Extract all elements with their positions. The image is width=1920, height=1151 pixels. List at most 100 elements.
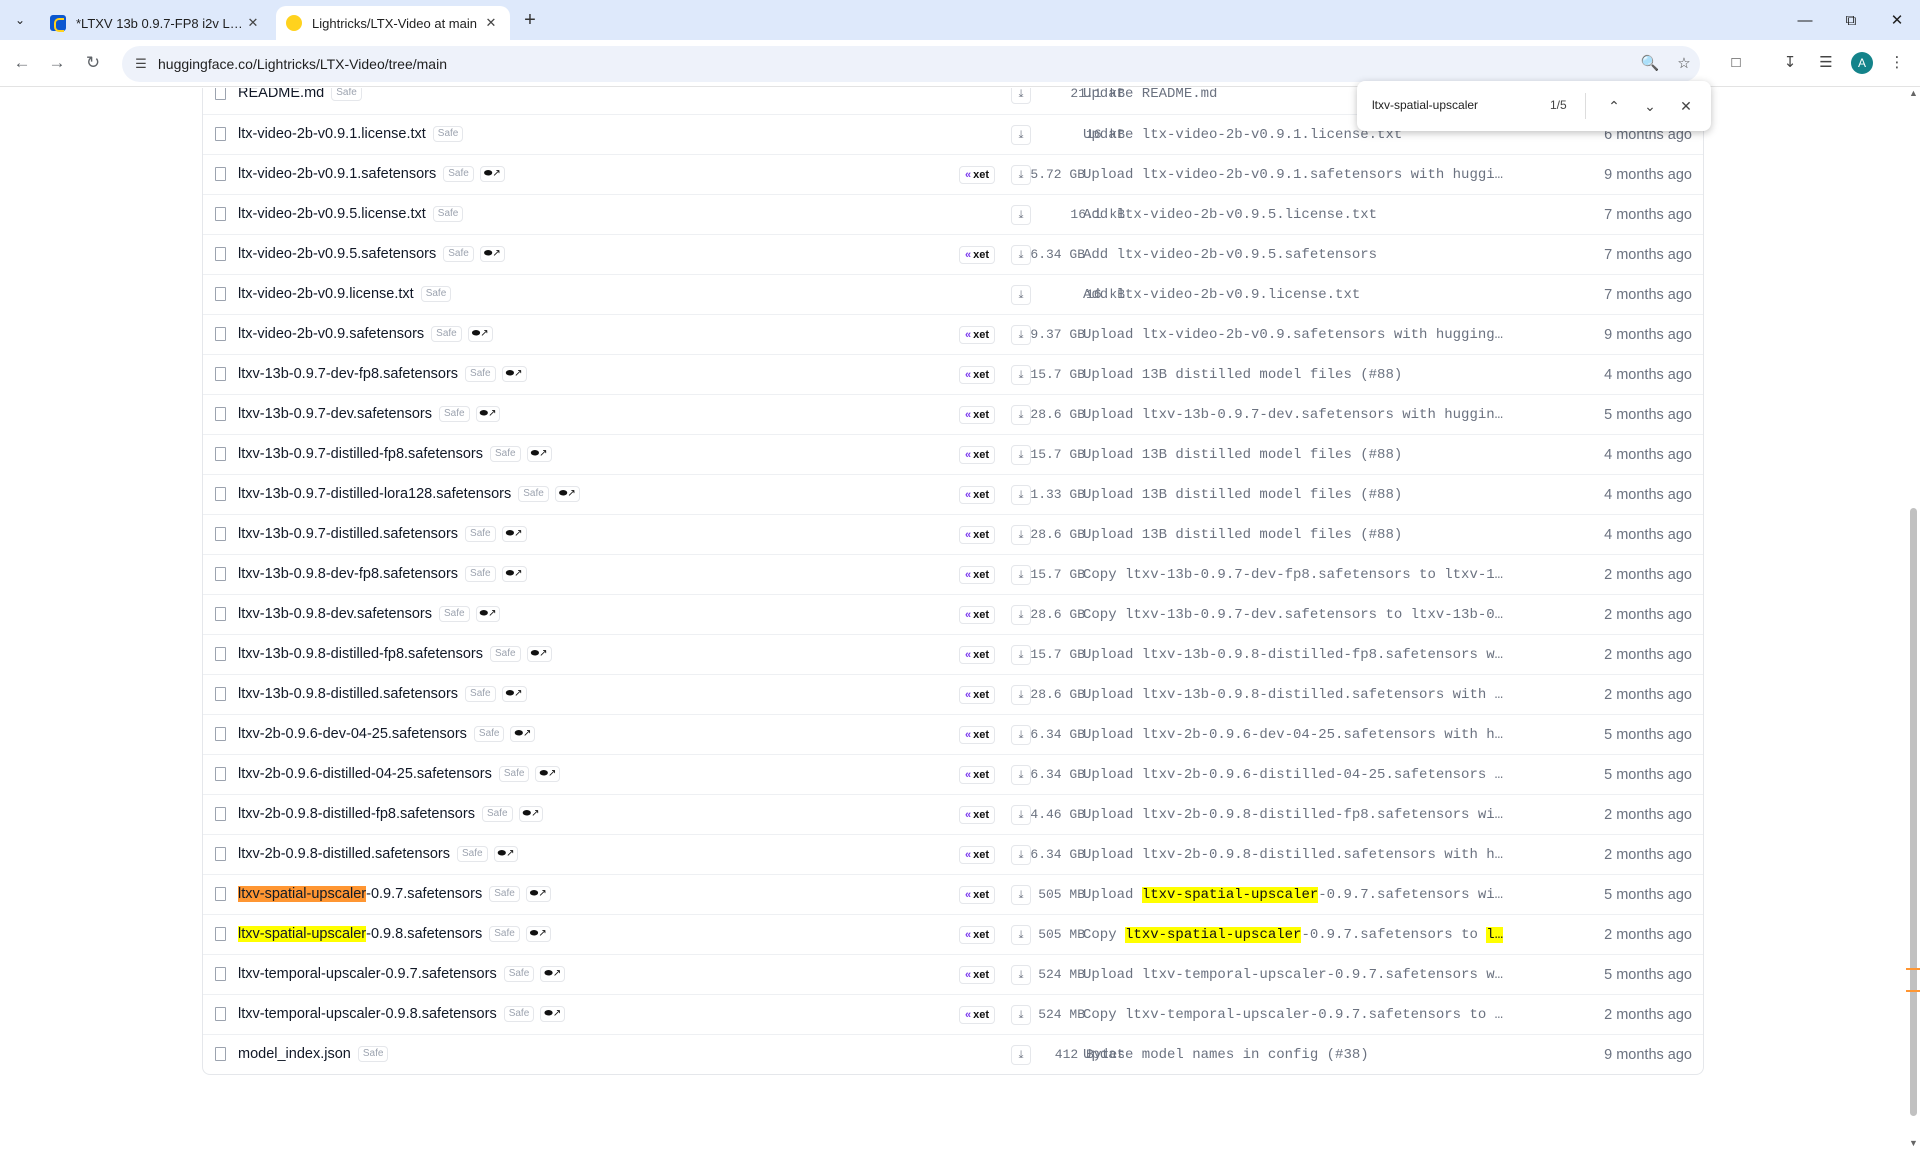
lfs-pointer-icon[interactable]: ⬬↗ xyxy=(479,246,505,262)
profile-avatar[interactable]: A xyxy=(1851,52,1873,74)
find-next-chevron-down-icon[interactable]: ⌄ xyxy=(1639,95,1661,117)
address-bar[interactable]: ☰ huggingface.co/Lightricks/LTX-Video/tr… xyxy=(122,46,1700,82)
file-name-link[interactable]: model_index.json Safe xyxy=(238,1046,389,1062)
tab-close-icon[interactable]: ✕ xyxy=(482,15,500,31)
safe-badge[interactable]: Safe xyxy=(481,806,513,822)
lfs-pointer-icon[interactable]: ⬬↗ xyxy=(526,646,552,662)
file-name-link[interactable]: ltxv-13b-0.9.8-distilled.safetensors Safe… xyxy=(238,686,527,702)
file-name-link[interactable]: ltxv-spatial-upscaler -0.9.8.safetensors S… xyxy=(238,926,551,942)
last-commit-message[interactable]: Upload ltxv-2b-0.9.6-distilled-04-25.saf… xyxy=(1083,767,1507,783)
last-commit-message[interactable]: Update model names in config (#38) xyxy=(1083,1047,1507,1063)
safe-badge[interactable]: Safe xyxy=(490,646,521,662)
new-tab-plus-icon[interactable]: + xyxy=(518,9,542,33)
file-name-link[interactable]: ltxv-spatial-upscaler -0.9.7.safetensors S… xyxy=(238,886,551,902)
xet-badge[interactable]: «xet xyxy=(959,966,996,984)
download-icon[interactable]: ⤓ xyxy=(1011,765,1031,785)
xet-badge[interactable]: «xet xyxy=(959,606,996,624)
xet-badge[interactable]: «xet xyxy=(959,246,996,264)
safe-badge[interactable]: Safe xyxy=(490,446,521,462)
lfs-pointer-icon[interactable]: ⬬↗ xyxy=(510,726,536,742)
file-name-link[interactable]: ltxv-temporal-upscaler-0.9.7.safetensors… xyxy=(238,966,566,982)
download-icon[interactable]: ⤓ xyxy=(1011,525,1031,545)
file-name-link[interactable]: ltxv-temporal-upscaler-0.9.8.safetensors… xyxy=(238,1006,566,1022)
download-icon[interactable]: ⤓ xyxy=(1011,245,1031,265)
download-icon[interactable]: ⤓ xyxy=(1011,885,1031,905)
safe-badge[interactable]: Safe xyxy=(443,166,474,182)
tab-search-chevron-icon[interactable]: ⌄ xyxy=(8,8,32,32)
safe-badge[interactable]: Safe xyxy=(438,406,470,422)
xet-badge[interactable]: «xet xyxy=(959,446,996,464)
safe-badge[interactable]: Safe xyxy=(357,1046,389,1062)
last-commit-message[interactable]: Upload ltx-video-2b-v0.9.1.safetensors w… xyxy=(1083,167,1507,183)
extensions-puzzle-icon[interactable]: □ xyxy=(1725,52,1747,74)
scrollbar-thumb[interactable] xyxy=(1910,508,1917,1116)
lfs-pointer-icon[interactable]: ⬬↗ xyxy=(535,766,561,782)
download-icon[interactable]: ⤓ xyxy=(1011,88,1031,104)
lfs-pointer-icon[interactable]: ⬬↗ xyxy=(493,846,519,862)
download-icon[interactable]: ⤓ xyxy=(1011,565,1031,585)
download-icon[interactable]: ⤓ xyxy=(1011,725,1031,745)
xet-badge[interactable]: «xet xyxy=(959,766,996,784)
lfs-pointer-icon[interactable]: ⬬↗ xyxy=(525,886,551,902)
lfs-pointer-icon[interactable]: ⬬↗ xyxy=(501,366,527,382)
kebab-menu-icon[interactable]: ⋮ xyxy=(1886,52,1908,74)
lfs-pointer-icon[interactable]: ⬬↗ xyxy=(475,606,501,622)
last-commit-message[interactable]: Copy ltxv-13b-0.9.7-dev-fp8.safetensors … xyxy=(1083,567,1507,583)
xet-badge[interactable]: «xet xyxy=(959,526,996,544)
scroll-down-arrow-icon[interactable]: ▼ xyxy=(1909,1138,1918,1148)
find-close-icon[interactable]: ✕ xyxy=(1675,95,1697,117)
xet-badge[interactable]: «xet xyxy=(959,846,996,864)
safe-badge[interactable]: Safe xyxy=(431,326,462,342)
last-commit-message[interactable]: Copy ltxv-spatial-upscaler-0.9.7.safeten… xyxy=(1083,927,1507,943)
url-text[interactable]: huggingface.co/Lightricks/LTX-Video/tree… xyxy=(158,56,447,72)
file-name-link[interactable]: ltxv-13b-0.9.7-distilled-lora128.safeten… xyxy=(238,486,580,502)
file-name-link[interactable]: ltx-video-2b-v0.9.license.txt Safe xyxy=(238,286,452,302)
restore-icon[interactable]: ⧉ xyxy=(1828,0,1874,40)
lfs-pointer-icon[interactable]: ⬬↗ xyxy=(526,446,552,462)
xet-badge[interactable]: «xet xyxy=(959,686,996,704)
last-commit-message[interactable]: Add ltx-video-2b-v0.9.license.txt xyxy=(1083,287,1507,303)
last-commit-message[interactable]: Upload ltxv-13b-0.9.7-dev.safetensors wi… xyxy=(1083,407,1507,423)
media-controls-icon[interactable]: ☰ xyxy=(1815,52,1837,74)
bookmark-star-icon[interactable]: ☆ xyxy=(1674,54,1694,74)
download-icon[interactable]: ⤓ xyxy=(1011,1045,1031,1065)
download-icon[interactable]: ⤓ xyxy=(1011,1005,1031,1025)
last-commit-message[interactable]: Add ltx-video-2b-v0.9.5.license.txt xyxy=(1083,207,1507,223)
find-input[interactable]: ltxv-spatial-upscaler xyxy=(1372,98,1478,112)
file-name-link[interactable]: ltxv-13b-0.9.7-distilled-fp8.safetensors… xyxy=(238,446,552,462)
downloads-icon[interactable]: ↧ xyxy=(1779,52,1801,74)
safe-badge[interactable]: Safe xyxy=(498,766,530,782)
tab-lightricks-repo[interactable]: Lightricks/LTX-Video at main ✕ xyxy=(276,6,510,40)
last-commit-message[interactable]: Upload 13B distilled model files (#88) xyxy=(1083,447,1507,463)
page-scrollbar[interactable]: ▲ ▼ xyxy=(1906,88,1920,1151)
download-icon[interactable]: ⤓ xyxy=(1011,805,1031,825)
xet-badge[interactable]: «xet xyxy=(959,406,996,424)
safe-badge[interactable]: Safe xyxy=(473,726,505,742)
safe-badge[interactable]: Safe xyxy=(465,566,496,582)
xet-badge[interactable]: «xet xyxy=(959,166,996,184)
xet-badge[interactable]: «xet xyxy=(959,926,996,944)
lfs-pointer-icon[interactable]: ⬬↗ xyxy=(467,326,493,342)
xet-badge[interactable]: «xet xyxy=(959,646,996,664)
safe-badge[interactable]: Safe xyxy=(503,966,535,982)
last-commit-message[interactable]: Upload ltx-video-2b-v0.9.safetensors wit… xyxy=(1083,327,1507,343)
download-icon[interactable]: ⤓ xyxy=(1011,205,1031,225)
safe-badge[interactable]: Safe xyxy=(503,1006,535,1022)
safe-badge[interactable]: Safe xyxy=(518,486,549,502)
back-arrow-icon[interactable]: ← xyxy=(9,50,35,76)
download-icon[interactable]: ⤓ xyxy=(1011,445,1031,465)
last-commit-message[interactable]: Upload ltxv-2b-0.9.8-distilled-fp8.safet… xyxy=(1083,807,1507,823)
file-name-link[interactable]: ltxv-13b-0.9.7-dev-fp8.safetensors Safe ⬬↗ xyxy=(238,366,527,382)
last-commit-message[interactable]: Upload ltxv-2b-0.9.6-dev-04-25.safetenso… xyxy=(1083,727,1507,743)
safe-badge[interactable]: Safe xyxy=(420,286,452,302)
xet-badge[interactable]: «xet xyxy=(959,566,996,584)
xet-badge[interactable]: «xet xyxy=(959,486,996,504)
last-commit-message[interactable]: Copy ltxv-13b-0.9.7-dev.safetensors to l… xyxy=(1083,607,1507,623)
lfs-pointer-icon[interactable]: ⬬↗ xyxy=(540,966,566,982)
xet-badge[interactable]: «xet xyxy=(959,726,996,744)
xet-badge[interactable]: «xet xyxy=(959,806,996,824)
download-icon[interactable]: ⤓ xyxy=(1011,845,1031,865)
file-name-link[interactable]: ltx-video-2b-v0.9.5.license.txt Safe xyxy=(238,206,464,222)
download-icon[interactable]: ⤓ xyxy=(1011,965,1031,985)
xet-badge[interactable]: «xet xyxy=(959,1006,996,1024)
